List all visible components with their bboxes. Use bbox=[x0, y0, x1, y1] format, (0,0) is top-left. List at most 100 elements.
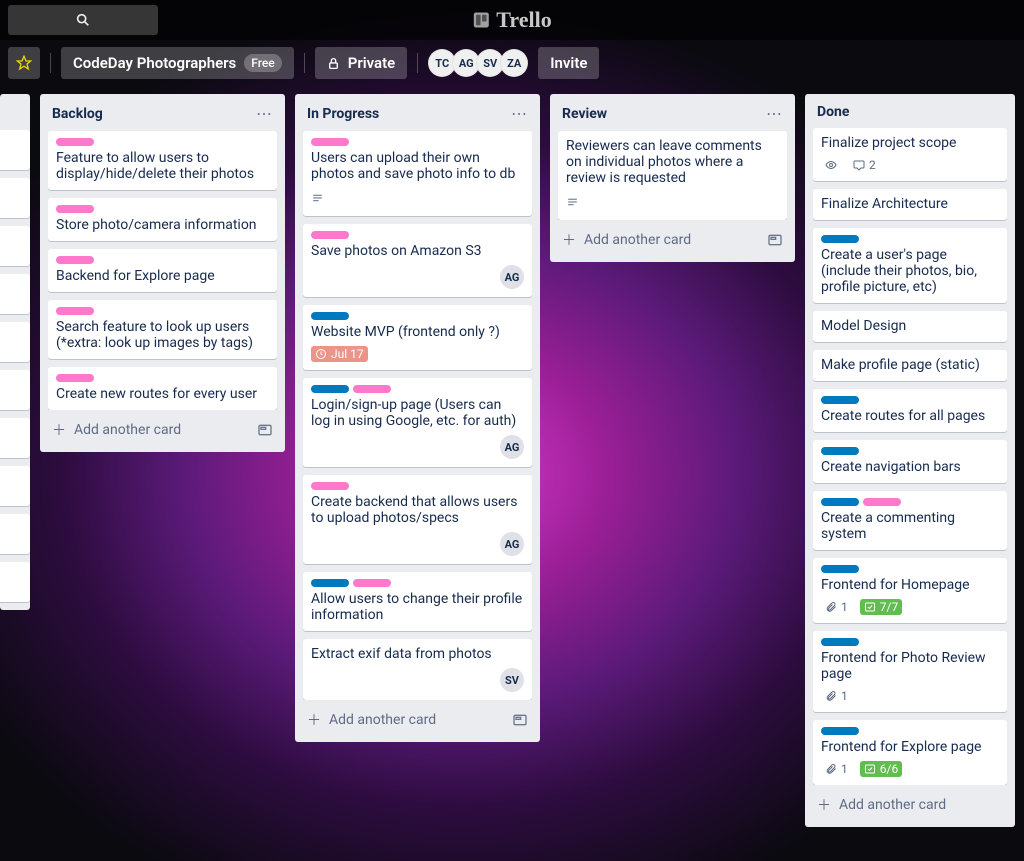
template-icon[interactable] bbox=[257, 422, 273, 438]
card[interactable]: Save photos on Amazon S3 AG bbox=[303, 224, 532, 297]
plus-icon: ＋ bbox=[817, 795, 831, 815]
attachment-icon bbox=[825, 763, 837, 775]
card[interactable]: Frontend for Photo Review page 1 bbox=[813, 631, 1007, 712]
trello-logo-icon bbox=[472, 11, 490, 29]
add-card-button[interactable]: ＋Add another card bbox=[558, 226, 787, 254]
card-title: Website MVP (frontend only ?) bbox=[311, 324, 524, 340]
star-button[interactable] bbox=[8, 47, 40, 79]
card[interactable]: Create a user's page (include their phot… bbox=[813, 228, 1007, 303]
label-pink[interactable] bbox=[353, 385, 391, 393]
search-input[interactable] bbox=[8, 5, 158, 35]
card-title: Create navigation bars bbox=[821, 459, 999, 475]
description-icon bbox=[311, 192, 324, 205]
plus-icon: ＋ bbox=[562, 230, 576, 250]
card[interactable]: Model Design bbox=[813, 311, 1007, 342]
card-member[interactable]: AG bbox=[500, 532, 524, 556]
add-card-button[interactable]: ＋Add another card bbox=[48, 416, 277, 444]
card-title: Extract exif data from photos bbox=[311, 646, 524, 662]
label-pink[interactable] bbox=[56, 374, 94, 382]
card[interactable]: Allow users to change their profile info… bbox=[303, 572, 532, 631]
label-blue[interactable] bbox=[311, 579, 349, 587]
card-title: Search feature to look up users (*extra:… bbox=[56, 319, 269, 351]
card-member[interactable]: AG bbox=[500, 435, 524, 459]
card-title: Feature to allow users to display/hide/d… bbox=[56, 150, 269, 182]
label-blue[interactable] bbox=[821, 638, 859, 646]
card[interactable]: Feature to allow users to display/hide/d… bbox=[48, 131, 277, 190]
card-title: Frontend for Homepage bbox=[821, 577, 999, 593]
card[interactable]: Login/sign-up page (Users can log in usi… bbox=[303, 378, 532, 467]
card-title: Login/sign-up page (Users can log in usi… bbox=[311, 397, 524, 429]
list-menu-button[interactable]: ⋯ bbox=[511, 104, 528, 123]
label-blue[interactable] bbox=[821, 565, 859, 573]
label-blue[interactable] bbox=[821, 396, 859, 404]
label-blue[interactable] bbox=[821, 727, 859, 735]
board-canvas[interactable]: Backlog ⋯ Feature to allow users to disp… bbox=[0, 86, 1024, 861]
card[interactable]: Extract exif data from photos SV bbox=[303, 639, 532, 700]
card[interactable]: Make profile page (static) bbox=[813, 350, 1007, 381]
plus-icon: ＋ bbox=[307, 710, 321, 730]
card-title: Frontend for Photo Review page bbox=[821, 650, 999, 682]
due-badge[interactable]: Jul 17 bbox=[311, 346, 368, 362]
card[interactable]: Search feature to look up users (*extra:… bbox=[48, 300, 277, 359]
list-title[interactable]: Review bbox=[562, 106, 607, 122]
card-title: Finalize project scope bbox=[821, 135, 999, 151]
card-title: Create backend that allows users to uplo… bbox=[311, 494, 524, 526]
card[interactable]: Website MVP (frontend only ?) Jul 17 bbox=[303, 305, 532, 370]
template-icon[interactable] bbox=[767, 232, 783, 248]
card[interactable]: Create backend that allows users to uplo… bbox=[303, 475, 532, 564]
visibility-label: Private bbox=[348, 54, 396, 72]
card-title: Save photos on Amazon S3 bbox=[311, 243, 524, 259]
description-icon bbox=[566, 196, 579, 209]
card-title: Create routes for all pages bbox=[821, 408, 999, 424]
list-title[interactable]: Done bbox=[817, 104, 849, 120]
board-members[interactable]: TC AG SV ZA bbox=[428, 49, 528, 77]
label-blue[interactable] bbox=[821, 498, 859, 506]
label-blue[interactable] bbox=[821, 235, 859, 243]
invite-button[interactable]: Invite bbox=[538, 47, 599, 79]
card[interactable]: Backend for Explore page bbox=[48, 249, 277, 292]
card[interactable]: Finalize project scope 2 bbox=[813, 128, 1007, 181]
card-title: Make profile page (static) bbox=[821, 357, 999, 373]
label-pink[interactable] bbox=[56, 256, 94, 264]
checklist-icon bbox=[864, 601, 876, 613]
avatar[interactable]: ZA bbox=[500, 49, 528, 77]
clock-icon bbox=[315, 348, 327, 360]
add-card-label: Add another card bbox=[839, 797, 946, 813]
label-pink[interactable] bbox=[311, 482, 349, 490]
label-pink[interactable] bbox=[311, 138, 349, 146]
card[interactable]: Finalize Architecture bbox=[813, 189, 1007, 220]
label-pink[interactable] bbox=[353, 579, 391, 587]
label-pink[interactable] bbox=[56, 205, 94, 213]
label-pink[interactable] bbox=[863, 498, 901, 506]
label-pink[interactable] bbox=[56, 307, 94, 315]
add-card-button[interactable]: ＋ Add another card bbox=[813, 791, 1007, 819]
list-title[interactable]: In Progress bbox=[307, 106, 379, 122]
label-pink[interactable] bbox=[56, 138, 94, 146]
label-blue[interactable] bbox=[311, 312, 349, 320]
label-pink[interactable] bbox=[311, 231, 349, 239]
add-card-button[interactable]: ＋Add another card bbox=[303, 706, 532, 734]
card[interactable]: Store photo/camera information bbox=[48, 198, 277, 241]
brand-text: Trello bbox=[496, 7, 551, 33]
card[interactable]: Create new routes for every user bbox=[48, 367, 277, 410]
card-title: Users can upload their own photos and sa… bbox=[311, 150, 524, 182]
board-name-button[interactable]: CodeDay Photographers Free bbox=[61, 47, 294, 79]
card[interactable]: Reviewers can leave comments on individu… bbox=[558, 131, 787, 220]
label-blue[interactable] bbox=[311, 385, 349, 393]
list-title[interactable]: Backlog bbox=[52, 106, 103, 122]
template-icon[interactable] bbox=[512, 712, 528, 728]
card[interactable]: Users can upload their own photos and sa… bbox=[303, 131, 532, 216]
list-menu-button[interactable]: ⋯ bbox=[256, 104, 273, 123]
label-blue[interactable] bbox=[821, 447, 859, 455]
list-menu-button[interactable]: ⋯ bbox=[766, 104, 783, 123]
card-title: Create a user's page (include their phot… bbox=[821, 247, 999, 295]
card[interactable]: Frontend for Homepage 1 7/7 bbox=[813, 558, 1007, 623]
card-member[interactable]: AG bbox=[500, 265, 524, 289]
card[interactable]: Create routes for all pages bbox=[813, 389, 1007, 432]
visibility-button[interactable]: Private bbox=[315, 47, 408, 79]
card[interactable]: Create a commenting system bbox=[813, 491, 1007, 550]
card[interactable]: Frontend for Explore page 1 6/6 bbox=[813, 720, 1007, 785]
plus-icon: ＋ bbox=[52, 420, 66, 440]
card[interactable]: Create navigation bars bbox=[813, 440, 1007, 483]
card-member[interactable]: SV bbox=[500, 668, 524, 692]
